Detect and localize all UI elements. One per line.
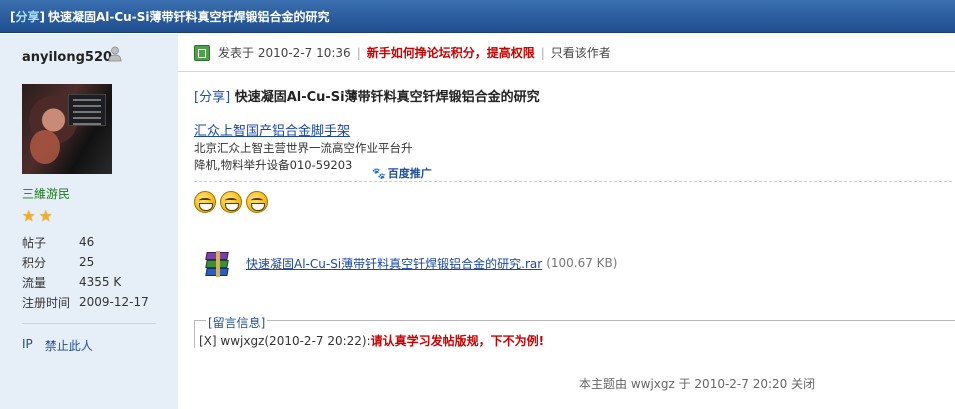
thread-title-bar: [分享] 快速凝固Al-Cu-Si薄带钎料真空钎焊锻铝合金的研究	[0, 0, 955, 33]
emoticon-row	[194, 191, 268, 213]
ban-user-link[interactable]: 禁止此人	[45, 337, 93, 354]
attachment-size: (100.67 KB)	[546, 256, 618, 270]
stat-label: 注册时间	[22, 295, 71, 310]
stat-label: 帖子	[22, 235, 47, 250]
message-text: 请认真学习发帖版规，下不为例!	[370, 334, 545, 348]
ip-link[interactable]: IP	[22, 337, 33, 354]
thread-title: 快速凝固Al-Cu-Si薄带钎料真空钎焊锻铝合金的研究	[47, 9, 330, 24]
stat-points: 积分 25	[22, 252, 149, 272]
post-icon	[194, 44, 210, 61]
username[interactable]: anyilong520	[22, 50, 112, 65]
stat-registered: 注册时间 2009-12-17	[22, 292, 149, 312]
star-icon: ★	[39, 207, 53, 225]
rank-stars: ★ ★	[22, 209, 54, 224]
subject-text: 快速凝固Al-Cu-Si薄带钎料真空钎焊锻铝合金的研究	[234, 90, 540, 105]
divider	[22, 323, 156, 324]
rar-archive-icon	[203, 248, 233, 278]
grin-emoticon-icon	[246, 191, 268, 213]
separator: |	[356, 45, 361, 60]
title-tag-label[interactable]: 分享	[15, 10, 39, 24]
message-box-legend: [留言信息]	[206, 314, 268, 331]
stat-label: 流量	[22, 275, 47, 290]
user-info-panel: anyilong520 三維游民 ★ ★ 帖子 46 积分 25 流量 4355…	[0, 34, 178, 409]
only-author-link[interactable]: 只看该作者	[551, 44, 611, 61]
user-rank: 三維游民	[22, 187, 71, 201]
user-actions: IP 禁止此人	[22, 337, 93, 354]
post-subject: [分享] 快速凝固Al-Cu-Si薄带钎料真空钎焊锻铝合金的研究	[194, 86, 955, 105]
avatar-book-shape	[68, 94, 106, 126]
baidu-promo-badge[interactable]: 🐾 百度推广	[372, 165, 432, 181]
title-tag: [分享]	[10, 8, 45, 25]
avatar-figure-shape	[30, 130, 60, 164]
post-timestamp: 发表于 2010-2-7 10:36	[218, 46, 351, 60]
stat-posts: 帖子 46	[22, 232, 149, 252]
stat-label: 积分	[22, 255, 47, 270]
ad-title-link[interactable]: 汇众上智国产铝合金脚手架	[194, 120, 413, 139]
paw-icon: 🐾	[372, 167, 386, 180]
post-subject-row: [分享] 快速凝固Al-Cu-Si薄带钎料真空钎焊锻铝合金的研究	[194, 86, 955, 105]
separator: |	[540, 45, 545, 60]
ad-text-line: 北京汇众上智主营世界一流高空作业平台升	[194, 141, 413, 155]
title-tag-bracket-right: ]	[39, 9, 45, 24]
stat-value: 46	[79, 235, 95, 249]
user-stats: 帖子 46 积分 25 流量 4355 K 注册时间 2009-12-17	[22, 232, 149, 312]
avatar[interactable]	[22, 84, 112, 174]
message-prefix: [X] wwjxgz(2010-2-7 20:22):	[199, 334, 371, 348]
stat-value: 2009-12-17	[79, 295, 149, 309]
user-offline-icon	[108, 46, 122, 62]
grin-emoticon-icon	[194, 191, 216, 213]
attachment: 快速凝固Al-Cu-Si薄带钎料真空钎焊锻铝合金的研究.rar (100.67 …	[203, 248, 617, 278]
divider	[194, 181, 952, 182]
attachment-link[interactable]: 快速凝固Al-Cu-Si薄带钎料真空钎焊锻铝合金的研究.rar	[246, 255, 542, 272]
moderator-message: [X] wwjxgz(2010-2-7 20:22):请认真学习发帖版规，下不为…	[199, 332, 544, 349]
post-header: 发表于 2010-2-7 10:36 | 新手如何挣论坛积分，提高权限 | 只看…	[178, 34, 955, 72]
closed-notice: 本主题由 wwjxgz 于 2010-2-7 20:20 关闭	[579, 377, 816, 391]
stat-value: 4355 K	[79, 275, 122, 289]
baidu-promo-label: 百度推广	[387, 167, 432, 180]
promo-link[interactable]: 新手如何挣论坛积分，提高权限	[367, 44, 535, 61]
grin-emoticon-icon	[220, 191, 242, 213]
stat-value: 25	[79, 255, 95, 269]
star-icon: ★	[22, 207, 36, 225]
stat-traffic: 流量 4355 K	[22, 272, 149, 292]
subject-tag: [分享]	[194, 90, 231, 105]
